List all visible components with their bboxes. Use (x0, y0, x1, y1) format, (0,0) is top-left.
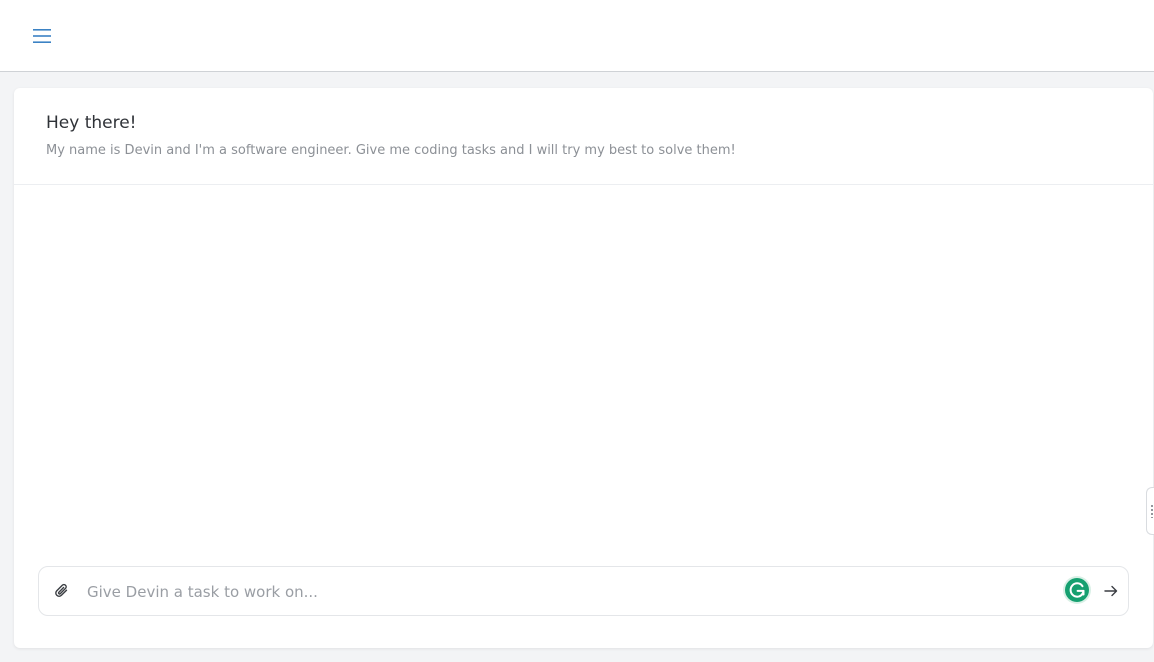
grammarly-icon (1063, 576, 1091, 604)
greeting-subtitle: My name is Devin and I'm a software engi… (46, 143, 736, 158)
paperclip-icon (55, 583, 68, 597)
task-composer (38, 566, 1129, 616)
top-bar (0, 0, 1154, 72)
attach-button[interactable] (53, 582, 71, 600)
arrow-right-icon (1104, 585, 1118, 597)
hamburger-menu-icon (33, 29, 51, 43)
drag-handle-icon (1151, 504, 1153, 518)
side-drawer-handle[interactable] (1146, 487, 1154, 535)
chat-panel: Hey there! My name is Devin and I'm a so… (14, 88, 1153, 648)
send-button[interactable] (1101, 581, 1121, 601)
greeting-title: Hey there! (46, 113, 137, 133)
grammarly-button[interactable] (1062, 575, 1092, 605)
task-input[interactable] (87, 579, 1047, 605)
intro-section: Hey there! My name is Devin and I'm a so… (14, 88, 1153, 185)
menu-button[interactable] (28, 22, 56, 50)
